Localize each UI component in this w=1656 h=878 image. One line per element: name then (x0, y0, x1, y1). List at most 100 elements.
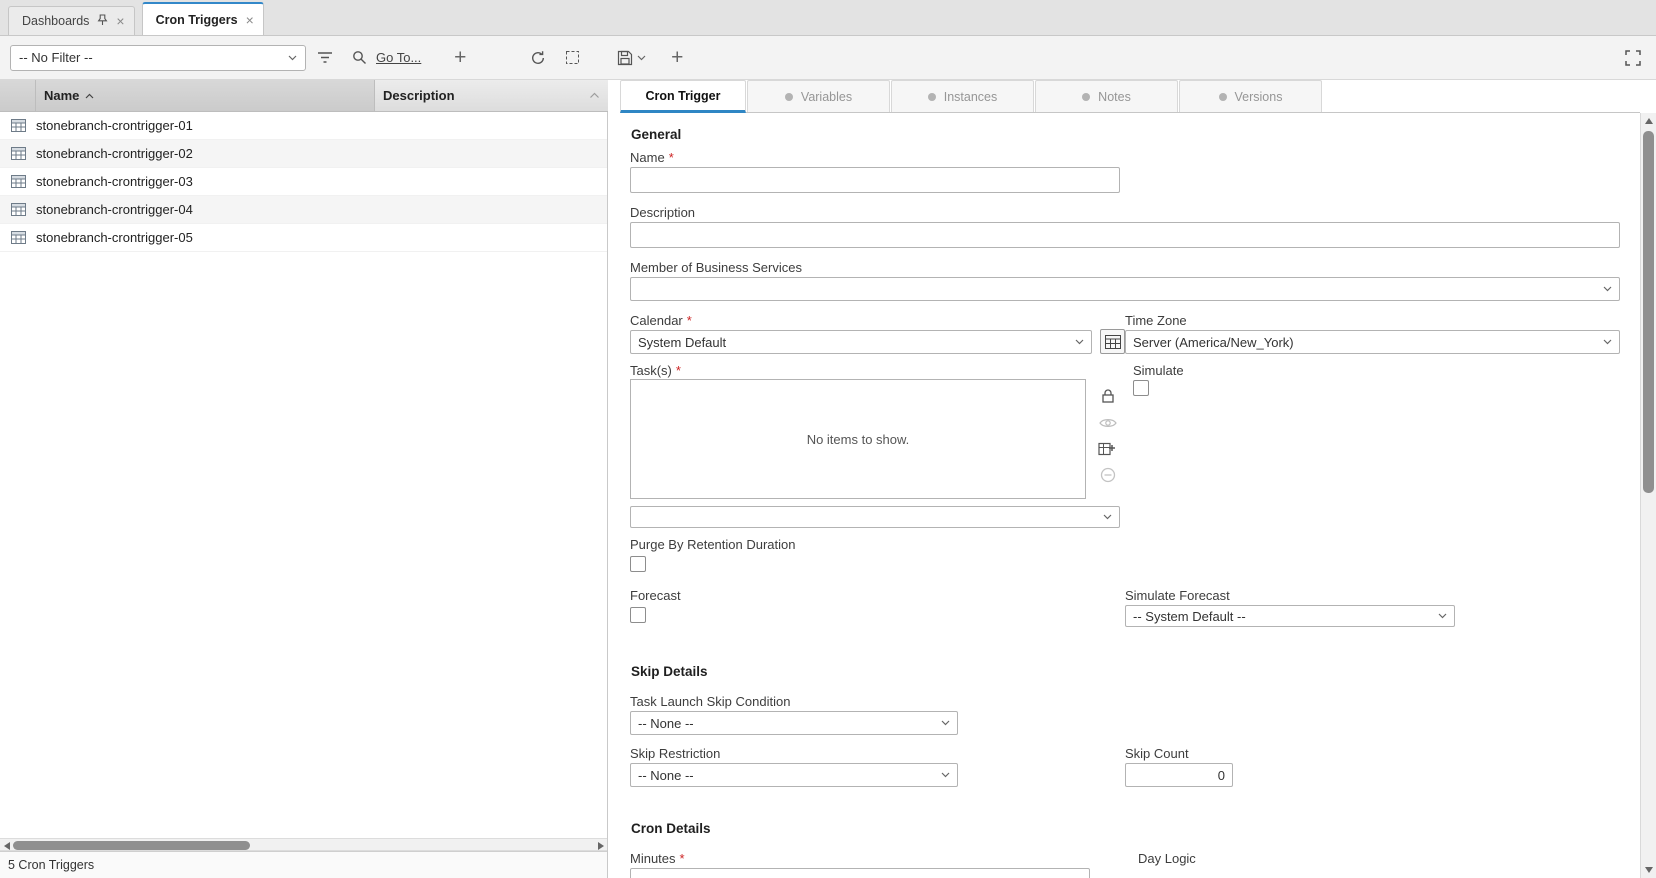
remove-tasks-button[interactable] (1097, 464, 1119, 486)
simulate-forecast-label: Simulate Forecast (1125, 588, 1230, 603)
eye-icon (1099, 417, 1117, 429)
tasks-label: Task(s) (630, 363, 681, 378)
preview-button[interactable] (1097, 412, 1119, 434)
filter-combobox-value: -- No Filter -- (19, 50, 93, 65)
tab-instances-label: Instances (944, 90, 998, 104)
minutes-input[interactable] (630, 868, 1090, 878)
forecast-label: Forecast (630, 588, 681, 603)
tab-versions[interactable]: Versions (1179, 80, 1322, 112)
filter-icon[interactable] (312, 45, 338, 71)
trigger-table-icon (0, 119, 36, 132)
cron-details-heading: Cron Details (631, 821, 711, 836)
tasks-combobox[interactable] (630, 506, 1120, 528)
row-name: stonebranch-crontrigger-01 (36, 118, 193, 133)
skip-restriction-combobox[interactable]: -- None -- (630, 763, 958, 787)
tasks-listbox[interactable]: No items to show. (630, 379, 1086, 499)
description-input[interactable] (630, 222, 1620, 248)
table-row[interactable]: stonebranch-crontrigger-05 (0, 224, 607, 252)
chevron-down-icon (1603, 339, 1612, 345)
calendar-label: Calendar (630, 313, 692, 328)
skip-condition-combobox[interactable]: -- None -- (630, 711, 958, 735)
go-to-label: Go To... (376, 50, 421, 65)
table-row[interactable]: stonebranch-crontrigger-01 (0, 112, 607, 140)
expand-button[interactable] (559, 45, 585, 71)
business-services-combobox[interactable] (630, 277, 1620, 301)
tab-variables-label: Variables (801, 90, 852, 104)
main-tab-bar: Dashboards × Cron Triggers × (0, 0, 1656, 36)
description-label: Description (630, 205, 695, 220)
table-row[interactable]: stonebranch-crontrigger-04 (0, 196, 607, 224)
grid-icon (1105, 335, 1121, 349)
save-menu-button[interactable] (617, 50, 646, 66)
skip-count-label: Skip Count (1125, 746, 1189, 761)
table-row[interactable]: stonebranch-crontrigger-03 (0, 168, 607, 196)
horizontal-scrollbar[interactable] (0, 838, 607, 851)
tab-versions-label: Versions (1235, 90, 1283, 104)
tab-cron-trigger-label: Cron Trigger (645, 89, 720, 103)
chevron-down-icon (1075, 339, 1084, 345)
chevron-down-icon (637, 55, 646, 61)
vertical-scrollbar[interactable] (1640, 113, 1656, 878)
description-column-label: Description (383, 88, 455, 103)
gutter-column-header[interactable] (0, 80, 36, 112)
table-row[interactable]: stonebranch-crontrigger-02 (0, 140, 607, 168)
fullscreen-button[interactable] (1620, 45, 1646, 71)
tab-dashboards[interactable]: Dashboards × (8, 6, 135, 35)
timezone-value: Server (America/New_York) (1133, 335, 1294, 350)
skip-restriction-label: Skip Restriction (630, 746, 720, 761)
lock-button[interactable] (1097, 385, 1119, 407)
simulate-checkbox[interactable] (1133, 380, 1149, 396)
refresh-button[interactable] (525, 45, 551, 71)
simulate-forecast-value: -- System Default -- (1133, 609, 1246, 624)
business-services-label: Member of Business Services (630, 260, 802, 275)
tab-variables[interactable]: Variables (747, 80, 890, 112)
add-button[interactable]: + (447, 45, 473, 71)
purge-checkbox[interactable] (630, 556, 646, 572)
plus-icon: + (671, 47, 683, 68)
name-column-header[interactable]: Name (36, 80, 375, 112)
plus-icon: + (454, 47, 466, 68)
skip-count-input[interactable] (1125, 763, 1233, 787)
skip-condition-value: -- None -- (638, 716, 694, 731)
detail-add-button[interactable]: + (664, 45, 690, 71)
dot-icon (1219, 93, 1227, 101)
day-logic-label: Day Logic (1138, 851, 1196, 866)
name-input[interactable] (630, 167, 1120, 193)
tab-instances[interactable]: Instances (891, 80, 1034, 112)
calendar-combobox[interactable]: System Default (630, 330, 1092, 354)
go-to-button[interactable]: Go To... (352, 50, 421, 65)
chevron-down-icon (1103, 514, 1112, 520)
pin-icon[interactable] (97, 14, 108, 29)
close-icon[interactable]: × (116, 14, 124, 28)
timezone-combobox[interactable]: Server (America/New_York) (1125, 330, 1620, 354)
tab-cron-triggers-label: Cron Triggers (156, 13, 238, 27)
horizontal-scroll-thumb[interactable] (13, 841, 250, 850)
chevron-down-icon (1603, 286, 1612, 292)
vertical-scroll-thumb[interactable] (1643, 131, 1654, 493)
row-name: stonebranch-crontrigger-02 (36, 146, 193, 161)
trigger-table-icon (0, 203, 36, 216)
header-menu-icon[interactable] (589, 92, 600, 99)
timezone-label: Time Zone (1125, 313, 1187, 328)
dot-icon (1082, 93, 1090, 101)
tab-cron-trigger[interactable]: Cron Trigger (620, 80, 746, 113)
tab-notes[interactable]: Notes (1035, 80, 1178, 112)
close-icon[interactable]: × (246, 13, 254, 27)
minutes-label: Minutes (630, 851, 685, 866)
trigger-table-icon (0, 147, 36, 160)
description-column-header[interactable]: Description (375, 80, 608, 112)
tab-cron-triggers[interactable]: Cron Triggers × (142, 2, 264, 35)
add-tasks-button[interactable] (1096, 437, 1118, 459)
dot-icon (928, 93, 936, 101)
calendar-details-button[interactable] (1100, 329, 1125, 354)
row-name: stonebranch-crontrigger-04 (36, 202, 193, 217)
simulate-forecast-combobox[interactable]: -- System Default -- (1125, 605, 1455, 627)
filter-combobox[interactable]: -- No Filter -- (10, 45, 306, 71)
tab-dashboards-label: Dashboards (22, 14, 89, 28)
tab-notes-label: Notes (1098, 90, 1131, 104)
record-count-label: 5 Cron Triggers (8, 858, 94, 872)
name-label: Name (630, 150, 674, 165)
forecast-checkbox[interactable] (630, 607, 646, 623)
scroll-down-arrow[interactable] (1641, 862, 1656, 878)
scroll-up-arrow[interactable] (1641, 113, 1656, 129)
